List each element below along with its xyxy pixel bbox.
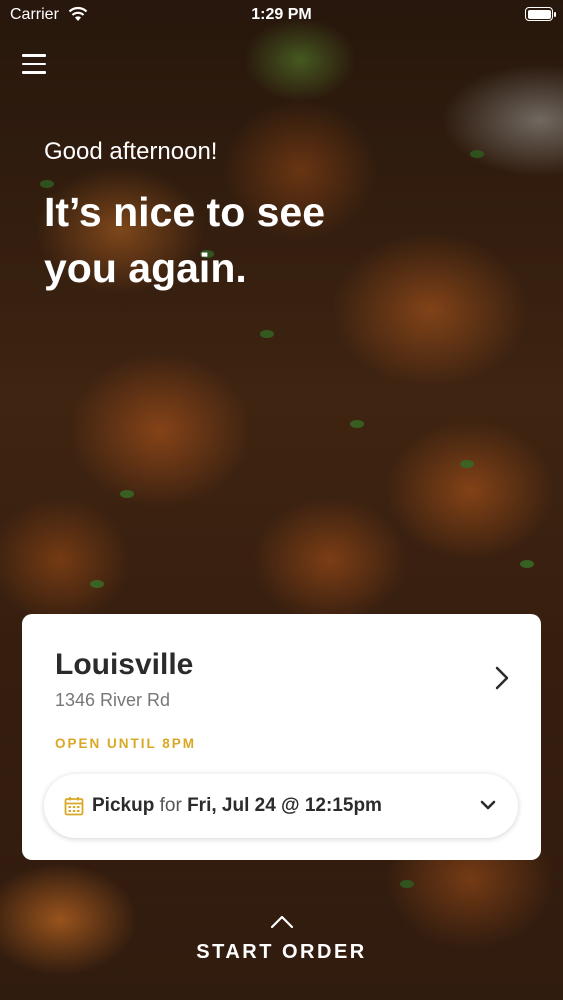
chevron-up-icon[interactable] (270, 914, 294, 930)
status-bar: Carrier 1:29 PM (0, 0, 563, 30)
greeting-text: Good afternoon! (44, 138, 218, 165)
location-hours-status: OPEN UNTIL 8PM (55, 736, 197, 751)
chevron-right-icon[interactable] (491, 664, 513, 692)
welcome-headline: It’s nice to see you again. (44, 189, 326, 291)
chevron-down-icon[interactable] (480, 798, 496, 812)
order-mode: Pickup (92, 795, 155, 816)
location-address: 1346 River Rd (55, 690, 171, 710)
location-name: Louisville (55, 648, 194, 681)
location-card[interactable]: Louisville 1346 River Rd OPEN UNTIL 8PM … (22, 614, 541, 860)
start-order-button[interactable]: START ORDER (0, 941, 563, 964)
status-time: 1:29 PM (251, 6, 312, 23)
order-time: Fri, Jul 24 @ 12:15pm (187, 795, 382, 816)
order-connector: for (159, 795, 182, 816)
pickup-time-selector[interactable]: Pickup for Fri, Jul 24 @ 12:15pm (44, 774, 518, 838)
calendar-icon (64, 797, 84, 816)
pickup-summary: Pickup for Fri, Jul 24 @ 12:15pm (92, 795, 382, 817)
battery-icon (525, 7, 556, 21)
hamburger-menu-icon[interactable] (22, 54, 46, 74)
